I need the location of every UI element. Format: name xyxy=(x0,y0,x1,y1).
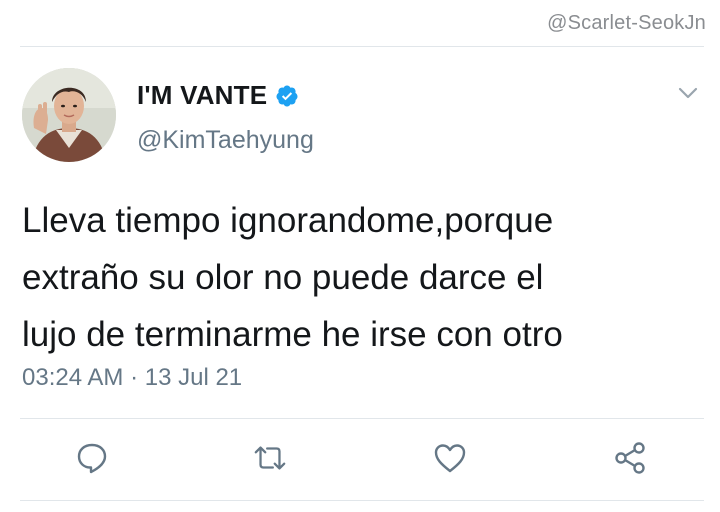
reply-icon xyxy=(77,443,107,474)
meta-separator: · xyxy=(130,364,139,391)
like-button[interactable] xyxy=(432,440,468,476)
user-handle[interactable]: @KimTaehyung xyxy=(137,126,314,155)
retweet-icon xyxy=(254,446,286,470)
chevron-down-icon[interactable] xyxy=(676,84,700,102)
display-name[interactable]: I'M VANTE xyxy=(137,80,267,111)
tweet-text-line: lujo de terminarme he irse con otro xyxy=(22,315,563,354)
share-icon xyxy=(615,442,645,474)
actions-top-divider xyxy=(20,418,704,419)
bottom-divider xyxy=(20,500,704,501)
name-row: I'M VANTE xyxy=(137,80,299,111)
verified-badge-icon xyxy=(275,84,299,108)
reply-button[interactable] xyxy=(74,440,110,476)
tweet-text-line: Lleva tiempo ignorandome,porque xyxy=(22,201,554,240)
top-divider xyxy=(20,46,704,47)
tweet-timestamp[interactable]: 03:24 AM · 13 Jul 21 xyxy=(22,364,242,392)
tweet-text-line: extraño su olor no puede darce el xyxy=(22,258,544,297)
avatar[interactable] xyxy=(22,68,116,162)
tweet-date: 13 Jul 21 xyxy=(144,364,243,391)
retweet-button[interactable] xyxy=(252,440,288,476)
avatar-image xyxy=(22,68,116,162)
share-button[interactable] xyxy=(612,440,648,476)
watermark-text: @Scarlet-SeokJn xyxy=(547,12,706,34)
tweet-text: Lleva tiempo ignorandome,porque extraño … xyxy=(22,192,702,363)
heart-icon xyxy=(434,444,466,473)
tweet-time: 03:24 AM xyxy=(22,364,124,391)
